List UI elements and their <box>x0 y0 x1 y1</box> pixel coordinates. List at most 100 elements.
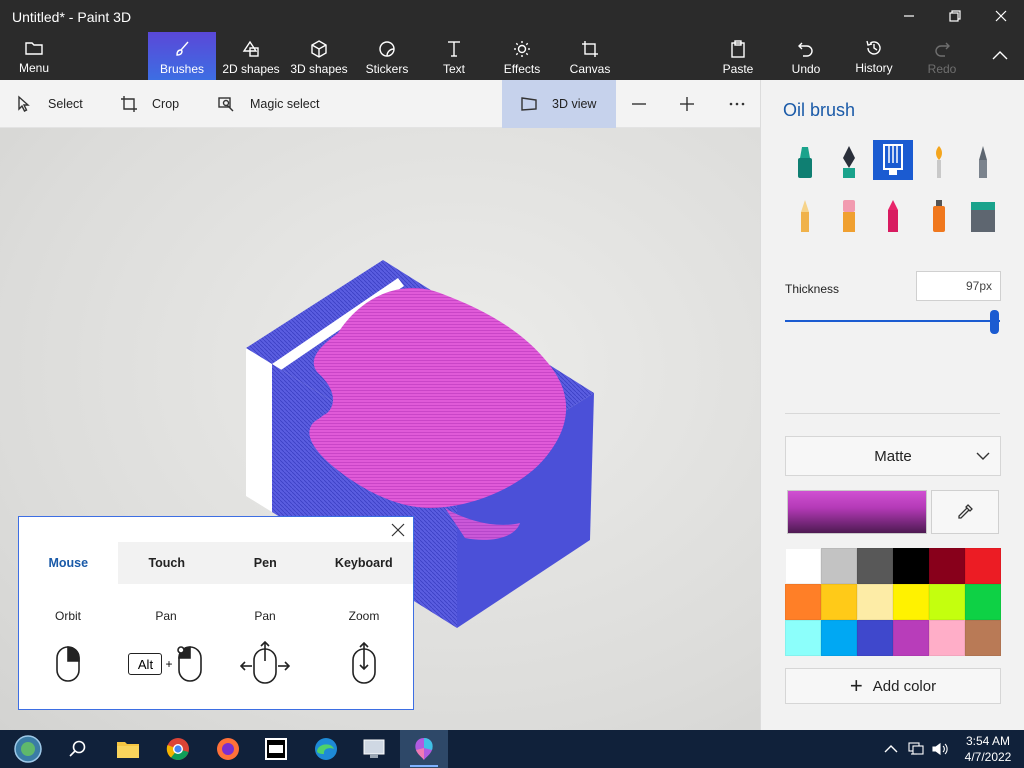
oil-brush[interactable] <box>873 140 913 180</box>
color-swatch[interactable] <box>965 620 1001 656</box>
canvas-button[interactable]: Canvas <box>566 32 614 80</box>
magic-select-icon <box>218 97 234 112</box>
color-swatch[interactable] <box>857 620 893 656</box>
color-swatch[interactable] <box>857 584 893 620</box>
color-swatch[interactable] <box>821 548 857 584</box>
search-button[interactable] <box>54 730 102 768</box>
firefox-button[interactable] <box>204 730 252 768</box>
panel-title: Oil brush <box>783 100 856 120</box>
finish-dropdown[interactable]: Matte <box>785 436 1001 476</box>
add-color-button[interactable]: + Add color <box>785 668 1001 704</box>
tab-keyboard[interactable]: Keyboard <box>315 542 414 584</box>
zoom-label: Zoom <box>348 609 380 623</box>
select-tool[interactable]: Select <box>16 80 83 128</box>
brushes-button[interactable]: Brushes <box>148 32 216 80</box>
edge-button[interactable] <box>302 730 350 768</box>
paint3d-icon <box>415 738 433 760</box>
chrome-button[interactable] <box>154 730 202 768</box>
text-button[interactable]: Text <box>436 32 472 80</box>
title-bar: Untitled* - Paint 3D <box>0 0 1024 32</box>
brush-panel: Oil brush Thickness 97px Matte + Add col… <box>760 80 1024 730</box>
thickness-input[interactable]: 97px <box>916 271 1001 301</box>
3d-shapes-button[interactable]: 3D shapes <box>288 32 350 80</box>
volume-icon[interactable] <box>932 742 950 756</box>
add-color-label: Add color <box>872 677 937 695</box>
panel-divider <box>785 413 1000 414</box>
color-swatch[interactable] <box>857 548 893 584</box>
network-icon[interactable] <box>908 742 924 756</box>
thickness-slider-thumb[interactable] <box>989 310 999 334</box>
color-swatch[interactable] <box>893 548 929 584</box>
crop-label: Crop <box>152 97 180 111</box>
collapse-ribbon-button[interactable] <box>984 32 1016 80</box>
close-help-button[interactable] <box>389 521 407 539</box>
watercolor-brush[interactable] <box>919 142 959 182</box>
color-swatch[interactable] <box>929 584 965 620</box>
history-button[interactable]: History <box>850 32 898 80</box>
color-swatch[interactable] <box>821 584 857 620</box>
undo-icon <box>798 42 813 57</box>
color-swatch[interactable] <box>929 548 965 584</box>
color-swatch[interactable] <box>893 620 929 656</box>
color-swatch[interactable] <box>893 584 929 620</box>
tab-touch[interactable]: Touch <box>118 542 217 584</box>
thickness-label: Thickness <box>785 282 840 296</box>
stickers-button[interactable]: Stickers <box>362 32 412 80</box>
more-options-button[interactable] <box>728 80 746 128</box>
color-swatch[interactable] <box>785 548 821 584</box>
undo-button[interactable]: Undo <box>786 32 826 80</box>
calligraphy-pen-brush[interactable] <box>829 142 869 182</box>
clock-date: 4/7/2022 <box>964 750 1012 764</box>
color-swatch[interactable] <box>821 620 857 656</box>
pencil-icon <box>801 200 809 232</box>
color-swatch[interactable] <box>785 620 821 656</box>
color-swatch[interactable] <box>929 620 965 656</box>
zoom-in-button[interactable] <box>678 80 696 128</box>
window-title: Untitled* - Paint 3D <box>12 9 132 25</box>
chevron-up-icon[interactable] <box>884 744 898 754</box>
crayon-icon <box>888 200 898 232</box>
tab-pen[interactable]: Pen <box>216 542 315 584</box>
menu-button[interactable]: Menu <box>8 32 60 80</box>
taskbar-clock[interactable]: 3:54 AM 4/7/2022 <box>960 733 1016 765</box>
eyedropper-button[interactable] <box>931 490 999 534</box>
restore-button[interactable] <box>932 0 978 32</box>
color-swatch[interactable] <box>965 548 1001 584</box>
close-icon <box>391 523 405 537</box>
canvas-label: Canvas <box>569 62 611 76</box>
taskbar: 3:54 AM 4/7/2022 <box>0 730 1024 768</box>
tab-mouse[interactable]: Mouse <box>19 542 118 584</box>
chrome-icon <box>166 738 189 760</box>
zoom-out-button[interactable] <box>630 80 648 128</box>
text-icon <box>448 41 460 57</box>
magic-select-tool[interactable]: Magic select <box>218 80 319 128</box>
pixel-pen-brush[interactable] <box>963 142 1003 182</box>
mouse-right-click-icon <box>19 639 117 689</box>
paint3d-taskbar-button[interactable] <box>400 730 448 768</box>
undo-label: Undo <box>791 62 821 76</box>
minimize-button[interactable] <box>886 0 932 32</box>
2d-shapes-button[interactable]: 2D shapes <box>220 32 282 80</box>
crop-tool[interactable]: Crop <box>120 80 179 128</box>
fill-bucket-brush[interactable] <box>963 196 1003 236</box>
pencil-brush[interactable] <box>785 196 825 236</box>
close-window-button[interactable] <box>978 0 1024 32</box>
redo-button[interactable]: Redo <box>924 32 960 80</box>
start-button[interactable] <box>4 730 52 768</box>
7zip-button[interactable] <box>252 730 300 768</box>
file-explorer-button[interactable] <box>104 730 152 768</box>
crayon-brush[interactable] <box>873 196 913 236</box>
color-swatch[interactable] <box>785 584 821 620</box>
network-app-button[interactable] <box>350 730 398 768</box>
sun-icon <box>514 41 530 57</box>
paste-button[interactable]: Paste <box>716 32 760 80</box>
7zip-icon <box>265 738 287 760</box>
spray-can-brush[interactable] <box>919 196 959 236</box>
marker-brush[interactable] <box>785 142 825 182</box>
thickness-slider-track[interactable] <box>785 320 1000 322</box>
color-swatch[interactable] <box>965 584 1001 620</box>
3d-view-toggle[interactable]: 3D view <box>502 80 616 128</box>
eraser-brush[interactable] <box>829 196 869 236</box>
current-color-swatch[interactable] <box>787 490 927 534</box>
effects-button[interactable]: Effects <box>500 32 544 80</box>
